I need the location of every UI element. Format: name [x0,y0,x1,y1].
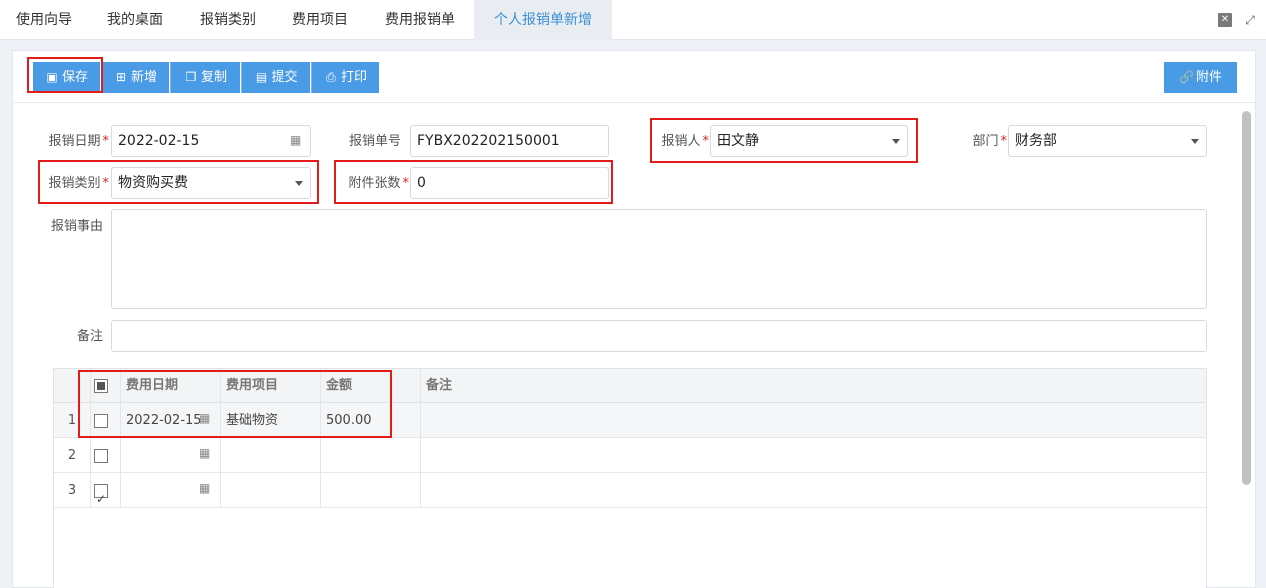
date-label: 报销日期 * [48,134,109,149]
tab-bar: 使用向导 我的桌面 报销类别 费用项目 费用报销单 个人报销单新增 ✕ ⤢ [0,0,1266,40]
reason-textarea[interactable] [111,209,1207,309]
vertical-scrollbar[interactable] [1242,111,1251,485]
submit-button[interactable]: ▤ 提交 [241,62,310,93]
row-checkbox[interactable] [94,449,108,463]
row-select-cell: ✓ [91,473,121,508]
tab-guide[interactable]: 使用向导 [0,0,88,40]
toolbar: ▣ 保存 ⊞ 新增 ❐ 复制 ▤ 提交 ⎙ 打印 🔗 附件 [13,51,1255,103]
dept-value: 财务部 [1015,133,1057,149]
cell-remark[interactable] [421,403,1206,438]
printer-icon: ⎙ [326,70,336,84]
col-remark-header[interactable]: 备注 [421,369,1206,403]
copy-button[interactable]: ❐ 复制 [170,62,240,93]
attachment-label: 附件 [1195,70,1222,85]
tab-expense-category[interactable]: 报销类别 [182,0,274,40]
number-label: 报销单号 [348,134,401,149]
reason-label: 报销事由 [50,219,103,234]
number-field[interactable]: FYBX202202150001 [410,125,609,157]
highlight-box-category [38,160,319,204]
row-number: 3 [54,473,91,508]
new-label: 新增 [130,70,157,85]
table-row[interactable]: 2 ▦ [54,438,1206,473]
date-value: 2022-02-15 [118,133,200,149]
remark-label: 备注 [76,329,103,344]
submit-label: 提交 [271,70,298,85]
copy-label: 复制 [200,70,227,85]
cell-date[interactable]: ▦ [121,438,221,473]
cell-item[interactable] [221,438,321,473]
cell-item[interactable] [221,473,321,508]
document-icon: ▤ [255,70,268,84]
tab-expense-item[interactable]: 费用项目 [274,0,366,40]
row-number: 2 [54,438,91,473]
cell-amount[interactable] [321,438,421,473]
new-button[interactable]: ⊞ 新增 [101,62,169,93]
copy-icon: ❐ [185,70,197,84]
table-row[interactable]: 3 ✓ ▦ [54,473,1206,508]
dept-select[interactable]: 财务部 [1008,125,1207,157]
print-label: 打印 [340,70,367,85]
form-panel: ▣ 保存 ⊞ 新增 ❐ 复制 ▤ 提交 ⎙ 打印 🔗 附件 报销日期 * 2022-02-15… [12,50,1256,588]
calendar-icon[interactable]: ▦ [199,436,210,470]
row-checkbox-checked[interactable]: ✓ [94,484,108,506]
date-field[interactable]: 2022-02-15 ▦ [111,125,311,157]
highlight-box-grid-row [78,370,392,438]
tab-expense-report[interactable]: 费用报销单 [366,0,474,40]
cell-date[interactable]: ▦ [121,473,221,508]
attachment-button[interactable]: 🔗 附件 [1164,62,1237,93]
fullscreen-icon[interactable]: ⤢ [1243,13,1257,27]
highlight-box-save [27,57,103,93]
link-icon: 🔗 [1178,70,1194,84]
calendar-icon[interactable]: ▦ [199,471,210,505]
calendar-icon[interactable]: ▦ [290,132,305,148]
highlight-box-person [650,118,918,163]
checkmark-icon: ✓ [96,492,107,506]
remark-field[interactable] [111,320,1207,352]
close-tab-icon[interactable]: ✕ [1218,13,1232,27]
highlight-box-attach-count [334,160,613,204]
tab-new-personal-report[interactable]: 个人报销单新增 [474,0,612,40]
print-button[interactable]: ⎙ 打印 [311,62,379,93]
caret-down-icon [1191,139,1199,144]
cell-remark[interactable] [421,438,1206,473]
cell-amount[interactable] [321,473,421,508]
row-select-cell [91,438,121,473]
cell-remark[interactable] [421,473,1206,508]
tab-desktop[interactable]: 我的桌面 [88,0,182,40]
dept-label: 部门 * [972,134,1007,149]
plus-square-icon: ⊞ [115,70,127,84]
